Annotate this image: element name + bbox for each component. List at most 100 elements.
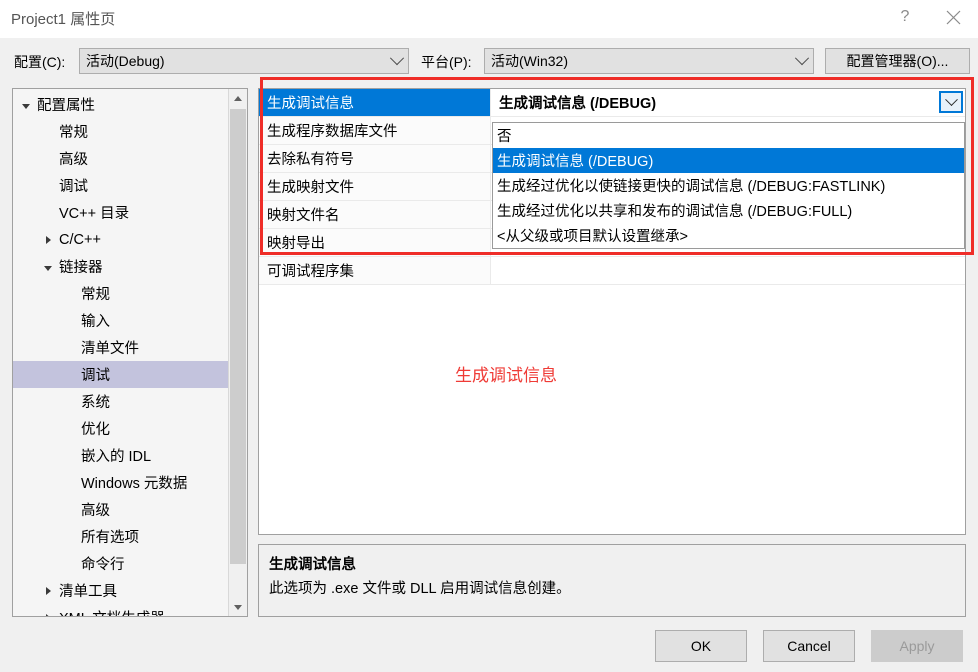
tree-item[interactable]: 高级 — [13, 496, 230, 523]
tree-item-label: 调试 — [81, 368, 110, 384]
value-dropdown-list[interactable]: 否生成调试信息 (/DEBUG) 生成经过优化以使链接更快的调试信息 (/DEBU… — [492, 122, 965, 249]
property-name[interactable]: 生成调试信息 — [259, 89, 491, 116]
ok-button[interactable]: OK — [655, 630, 747, 662]
tree-item[interactable]: VC++ 目录 — [13, 199, 230, 226]
tree-item-label: 常规 — [59, 125, 88, 141]
scrollbar-thumb[interactable] — [230, 109, 246, 564]
expand-toggle[interactable] — [39, 235, 57, 244]
title-bar: Project1 属性页 ? — [0, 0, 978, 38]
tree-item-label: 调试 — [59, 179, 88, 195]
tree-item-label: XML 文档生成器 — [57, 607, 165, 616]
dialog-footer: OK Cancel Apply — [0, 621, 978, 672]
tree-item[interactable]: 调试 — [13, 172, 230, 199]
tree-item-label: 清单工具 — [59, 584, 117, 600]
property-name[interactable]: 映射文件名 — [259, 201, 491, 228]
tree-item-label: VC++ 目录 — [59, 206, 130, 222]
property-name[interactable]: 可调试程序集 — [259, 257, 491, 284]
configuration-bar: 配置(C): 活动(Debug) 平台(P): 活动(Win32) 配置管理器(… — [0, 38, 978, 84]
tree-item-label: 常规 — [81, 287, 110, 303]
tree-item[interactable]: 清单文件 — [13, 334, 230, 361]
tree-item[interactable]: Windows 元数据 — [13, 469, 230, 496]
caret-up-icon — [234, 95, 242, 101]
tree-item-label: 链接器 — [59, 260, 103, 276]
platform-select[interactable]: 活动(Win32) — [484, 48, 814, 74]
configuration-value: 活动(Debug) — [86, 53, 165, 69]
property-row[interactable]: 可调试程序集 — [259, 257, 965, 285]
expand-toggle[interactable] — [39, 586, 57, 595]
tree-item-label: C/C++ — [59, 231, 101, 248]
tree-item-label: 高级 — [81, 503, 110, 519]
chevron-down-icon — [44, 265, 52, 271]
tree-item-label: 所有选项 — [81, 530, 139, 546]
tree-item[interactable]: 系统 — [13, 388, 230, 415]
tree-item[interactable]: 调试 — [13, 361, 230, 388]
close-icon[interactable] — [928, 0, 978, 34]
apply-button[interactable]: Apply — [871, 630, 963, 662]
tree-item-label: 嵌入的 IDL — [81, 449, 152, 465]
collapse-toggle[interactable] — [39, 263, 57, 271]
property-value[interactable] — [491, 257, 965, 284]
property-grid: 生成调试信息 生成调试信息 (/DEBUG) 生成程序数据库文件 去除私有符号 生成映射… — [258, 88, 966, 535]
configuration-label: 配置(C): — [14, 54, 66, 70]
annotation-text: 生成调试信息 — [455, 366, 557, 385]
property-tree[interactable]: 配置属性 常规 高级 调试 VC++ 目录 C/C++ 链接器 常规 输入 清单文件 调试 系统 优化嵌… — [13, 91, 230, 616]
chevron-down-icon — [386, 51, 408, 66]
property-name[interactable]: 映射导出 — [259, 229, 491, 256]
description-body: 此选项为 .exe 文件或 DLL 启用调试信息创建。 — [269, 581, 571, 597]
cancel-button[interactable]: Cancel — [763, 630, 855, 662]
scroll-down-button[interactable] — [229, 598, 247, 616]
configuration-select[interactable]: 活动(Debug) — [79, 48, 409, 74]
tree-item[interactable]: 常规 — [13, 280, 230, 307]
property-name[interactable]: 生成映射文件 — [259, 173, 491, 200]
expand-toggle[interactable] — [39, 613, 57, 616]
tree-item-label: Windows 元数据 — [81, 476, 188, 492]
tree-item[interactable]: 链接器 — [13, 253, 230, 280]
value-dropdown-button[interactable] — [939, 91, 963, 113]
property-pane: 生成调试信息 生成调试信息 (/DEBUG) 生成程序数据库文件 去除私有符号 生成映射… — [258, 88, 966, 617]
chevron-down-icon — [791, 51, 813, 66]
dropdown-option[interactable]: 生成经过优化以共享和发布的调试信息 (/DEBUG:FULL) — [493, 198, 964, 223]
tree-item[interactable]: 嵌入的 IDL — [13, 442, 230, 469]
dropdown-option[interactable]: 生成经过优化以使链接更快的调试信息 (/DEBUG:FASTLINK) — [493, 173, 964, 198]
platform-label: 平台(P): — [421, 54, 472, 70]
window-controls: ? — [882, 0, 978, 38]
tree-scrollbar[interactable] — [228, 89, 247, 616]
dropdown-option[interactable]: 生成调试信息 (/DEBUG) — [493, 148, 964, 173]
tree-item[interactable]: 配置属性 — [13, 91, 230, 118]
property-row[interactable]: 生成调试信息 生成调试信息 (/DEBUG) — [259, 89, 965, 117]
property-tree-panel: 配置属性 常规 高级 调试 VC++ 目录 C/C++ 链接器 常规 输入 清单文件 调试 系统 优化嵌… — [12, 88, 248, 617]
property-name[interactable]: 生成程序数据库文件 — [259, 117, 491, 144]
tree-item[interactable]: 命令行 — [13, 550, 230, 577]
property-value[interactable]: 生成调试信息 (/DEBUG) — [491, 89, 965, 116]
tree-item[interactable]: 所有选项 — [13, 523, 230, 550]
collapse-toggle[interactable] — [17, 101, 35, 109]
platform-value: 活动(Win32) — [491, 53, 569, 69]
dropdown-option[interactable]: 否 — [493, 123, 964, 148]
dialog-body: 配置属性 常规 高级 调试 VC++ 目录 C/C++ 链接器 常规 输入 清单文件 调试 系统 优化嵌… — [0, 84, 978, 621]
property-name[interactable]: 去除私有符号 — [259, 145, 491, 172]
tree-item-label: 系统 — [81, 395, 110, 411]
tree-item[interactable]: C/C++ — [13, 226, 230, 253]
tree-item[interactable]: 清单工具 — [13, 577, 230, 604]
tree-item-label: 清单文件 — [81, 341, 139, 357]
chevron-right-icon — [45, 613, 51, 616]
chevron-right-icon — [45, 586, 51, 595]
configuration-manager-button[interactable]: 配置管理器(O)... — [825, 48, 970, 74]
description-panel: 生成调试信息 此选项为 .exe 文件或 DLL 启用调试信息创建。 — [258, 544, 966, 617]
scroll-up-button[interactable] — [229, 89, 247, 107]
tree-item[interactable]: 优化 — [13, 415, 230, 442]
tree-item[interactable]: 高级 — [13, 145, 230, 172]
tree-item-label: 命令行 — [81, 557, 125, 573]
tree-item-label: 优化 — [81, 422, 110, 438]
dropdown-option[interactable]: <从父级或项目默认设置继承> — [493, 223, 964, 248]
help-glyph: ? — [900, 8, 910, 25]
tree-item-label: 配置属性 — [37, 98, 95, 114]
tree-item[interactable]: 常规 — [13, 118, 230, 145]
tree-item-label: 输入 — [81, 314, 110, 330]
tree-item[interactable]: XML 文档生成器 — [13, 604, 230, 616]
tree-item[interactable]: 输入 — [13, 307, 230, 334]
chevron-right-icon — [45, 235, 51, 244]
caret-down-icon — [234, 604, 242, 610]
chevron-down-icon — [944, 92, 958, 106]
help-icon[interactable]: ? — [882, 0, 928, 34]
